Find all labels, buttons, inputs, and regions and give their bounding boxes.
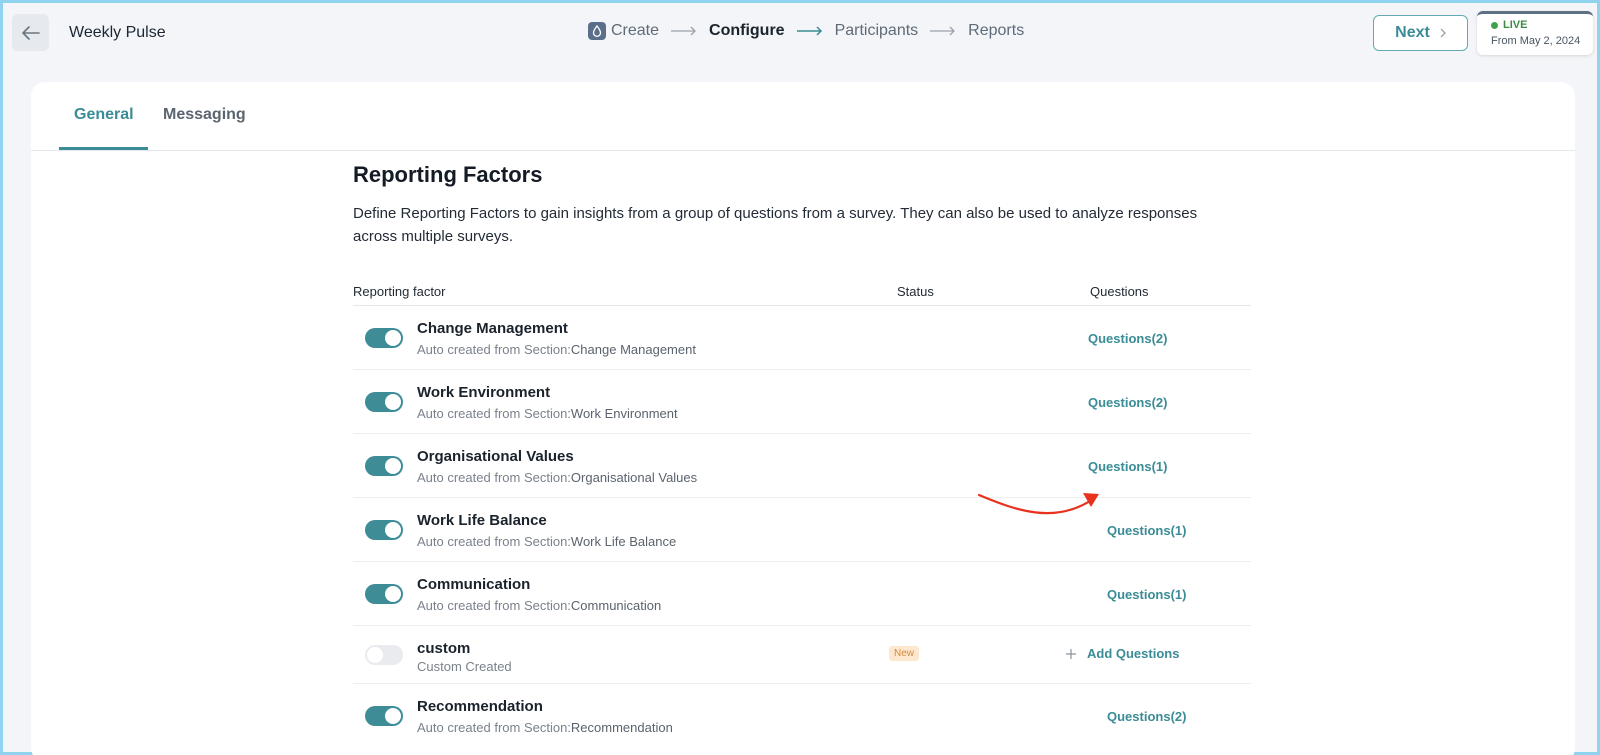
factor-name: Communication — [417, 576, 531, 593]
factor-toggle[interactable] — [365, 584, 403, 604]
factor-name: Work Environment — [417, 384, 551, 401]
factor-subtitle: Auto created from Section:Work Life Bala… — [417, 534, 676, 549]
subtitle-source: Recommendation — [570, 720, 673, 735]
factor-toggle[interactable] — [365, 456, 403, 476]
factor-toggle[interactable] — [365, 392, 403, 412]
column-header-questions: Questions — [1090, 284, 1149, 299]
step-reports[interactable]: Reports — [968, 22, 1024, 40]
subtitle-source: Work Environment — [570, 406, 678, 421]
factor-toggle[interactable] — [365, 328, 403, 348]
tab-general[interactable]: General — [74, 106, 134, 124]
next-label: Next — [1395, 24, 1430, 41]
main-card: General Messaging Reporting Factors Defi… — [31, 82, 1575, 755]
table-row: Work Life Balance Auto created from Sect… — [353, 498, 1251, 562]
table-row: Organisational Values Auto created from … — [353, 434, 1251, 498]
plus-icon — [1066, 648, 1076, 659]
add-questions-button[interactable]: Add Questions — [1065, 646, 1179, 661]
questions-link[interactable]: Questions(1) — [1088, 459, 1167, 474]
table-row: Work Environment Auto created from Secti… — [353, 370, 1251, 434]
drop-icon — [588, 22, 606, 40]
table-row: custom Custom Created New Add Questions — [353, 626, 1251, 684]
step-label: Create — [611, 22, 660, 39]
factor-toggle[interactable] — [365, 645, 403, 665]
factor-name: Change Management — [417, 320, 568, 337]
annotation-arrow-icon — [977, 493, 1099, 515]
subtitle-source: Communication — [570, 598, 662, 613]
table-row: Change Management Auto created from Sect… — [353, 306, 1251, 370]
step-label: Configure — [709, 22, 785, 39]
next-button[interactable]: Next — [1373, 15, 1468, 51]
add-questions-label: Add Questions — [1087, 646, 1180, 661]
step-label: Participants — [834, 22, 919, 39]
status-card: LIVE From May 2, 2024 — [1477, 11, 1593, 55]
chevron-right-icon — [1440, 28, 1446, 38]
factor-subtitle: Auto created from Section:Change Managem… — [417, 342, 696, 357]
step-label: Reports — [968, 22, 1025, 39]
step-arrow-icon — [796, 26, 823, 36]
step-create[interactable]: Create — [588, 22, 659, 40]
survey-title: Weekly Pulse — [69, 24, 166, 41]
factor-subtitle: Auto created from Section:Recommendation — [417, 720, 673, 735]
factor-subtitle: Auto created from Section:Work Environme… — [417, 406, 678, 421]
active-tab-indicator — [59, 147, 148, 150]
factor-name: Recommendation — [417, 698, 543, 715]
status-label: LIVE — [1503, 19, 1528, 31]
factor-toggle[interactable] — [365, 520, 403, 540]
factor-toggle[interactable] — [365, 706, 403, 726]
factor-name: Organisational Values — [417, 448, 574, 465]
tab-bar: General Messaging — [31, 82, 1575, 151]
section-description: Define Reporting Factors to gain insight… — [353, 205, 1198, 245]
live-dot-icon — [1491, 21, 1498, 29]
back-button[interactable] — [12, 14, 49, 51]
table-row: Recommendation Auto created from Section… — [353, 684, 1251, 744]
step-configure[interactable]: Configure — [709, 22, 785, 40]
subtitle-source: Organisational Values — [570, 470, 698, 485]
wizard-steps: Create Configure Participants Reports — [588, 22, 1024, 40]
factor-name: Work Life Balance — [417, 512, 547, 529]
step-participants[interactable]: Participants — [835, 22, 919, 40]
subtitle-source: Work Life Balance — [570, 534, 677, 549]
questions-link[interactable]: Questions(1) — [1107, 587, 1186, 602]
subtitle-prefix: Auto created from Section: — [417, 720, 571, 735]
section-title: Reporting Factors — [353, 162, 543, 187]
subtitle-prefix: Auto created from Section: — [417, 598, 571, 613]
step-arrow-icon — [671, 26, 697, 36]
questions-link[interactable]: Questions(2) — [1107, 709, 1186, 724]
step-arrow-icon — [930, 26, 956, 36]
status-date: From May 2, 2024 — [1491, 35, 1581, 47]
subtitle-prefix: Auto created from Section: — [417, 470, 571, 485]
arrow-left-icon — [21, 25, 40, 40]
subtitle-prefix: Auto created from Section: — [417, 342, 571, 357]
questions-link[interactable]: Questions(2) — [1088, 331, 1167, 346]
column-header-factor: Reporting factor — [353, 284, 446, 299]
tab-messaging[interactable]: Messaging — [163, 106, 246, 124]
reporting-factors-section: Reporting Factors Define Reporting Facto… — [353, 162, 1251, 744]
subtitle-prefix: Auto created from Section: — [417, 534, 571, 549]
factor-name: custom — [417, 640, 471, 657]
subtitle-source: Change Management — [570, 342, 696, 357]
table-row: Communication Auto created from Section:… — [353, 562, 1251, 626]
questions-link[interactable]: Questions(2) — [1088, 395, 1167, 410]
column-header-status: Status — [897, 284, 934, 299]
subtitle-prefix: Auto created from Section: — [417, 406, 571, 421]
table-header: Reporting factor Status Questions — [353, 278, 1251, 306]
factor-subtitle: Auto created from Section:Communication — [417, 598, 661, 613]
questions-link[interactable]: Questions(1) — [1107, 523, 1186, 538]
new-badge: New — [889, 646, 920, 661]
factor-subtitle: Custom Created — [417, 659, 512, 674]
factor-subtitle: Auto created from Section:Organisational… — [417, 470, 697, 485]
